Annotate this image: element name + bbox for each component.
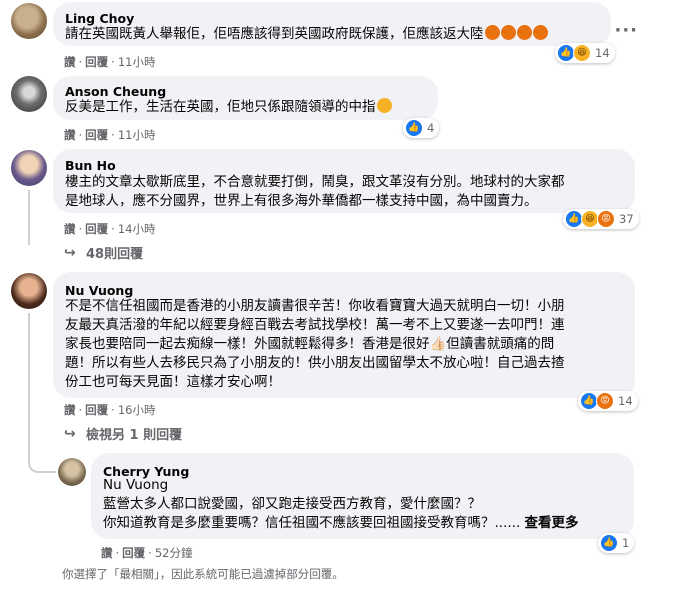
like-button[interactable]: 讚 — [101, 546, 113, 560]
comment-author[interactable]: Bun Ho — [65, 158, 116, 173]
avatar[interactable] — [11, 150, 47, 186]
reply-button[interactable]: 回覆 — [85, 222, 108, 236]
comment-actions: 讚 · 回覆 · 14小時 — [64, 222, 156, 236]
thread-line — [28, 190, 30, 245]
like-icon: 👍 — [600, 534, 618, 552]
comment-bubble: Ling Choy 請在英國既黃人舉報佢，佢唔應該得到英國政府既保護，佢應該返大… — [53, 2, 611, 46]
haha-icon: 😆 — [573, 44, 591, 62]
reply-button[interactable]: 回覆 — [85, 128, 108, 142]
timestamp[interactable]: 16小時 — [118, 403, 156, 417]
reply-actions: 讚 · 回覆 · 52分鐘 — [101, 546, 193, 560]
view-replies-link[interactable]: ↪ 48則回覆 — [64, 243, 143, 263]
reply-bubble: Cherry Yung Nu Vuong 藍營太多人都口說愛國，卻又跑走接受西方… — [91, 453, 634, 539]
comment-text: 反美是工作，生活在英國，佢地只係跟隨領導的中指 — [65, 98, 392, 117]
thread-connector — [28, 449, 56, 473]
see-more-link[interactable]: 查看更多 — [525, 515, 579, 531]
mention-link[interactable]: Nu Vuong — [103, 476, 579, 495]
comment-actions: 讚 · 回覆 · 11小時 — [64, 55, 156, 69]
like-button[interactable]: 讚 — [64, 55, 76, 69]
comment-text: 樓主的文章太歇斯底里，不合意就要打倒，鬧臭，跟文革沒有分別。地球村的大家都 是地… — [65, 174, 565, 209]
reaction-count[interactable]: 👍 😡 14 — [578, 391, 638, 411]
avatar[interactable] — [11, 3, 47, 39]
view-more-replies-link[interactable]: ↪ 檢視另 1 則回覆 — [64, 424, 182, 444]
reply-button[interactable]: 回覆 — [85, 55, 108, 69]
comment-bubble: Nu Vuong 不是不信任祖國而是香港的小朋友讀書很辛苦！你收看寶寶大過天就明… — [53, 272, 635, 398]
reply-text: Nu Vuong 藍營太多人都口說愛國，卻又跑走接受西方教育，愛什麼國？？ 你知… — [103, 476, 579, 531]
reply-arrow-icon: ↪ — [64, 244, 76, 261]
avatar[interactable] — [11, 273, 47, 309]
comment-bubble: Anson Cheung 反美是工作，生活在英國，佢地只係跟隨領導的中指 — [53, 76, 438, 120]
timestamp[interactable]: 11小時 — [118, 55, 156, 69]
timestamp[interactable]: 11小時 — [118, 128, 156, 142]
timestamp[interactable]: 14小時 — [118, 222, 156, 236]
like-icon: 👍 — [405, 119, 423, 137]
comment-bubble: Bun Ho 樓主的文章太歇斯底里，不合意就要打倒，鬧臭，跟文革沒有分別。地球村… — [53, 149, 635, 213]
angry-emoji — [484, 25, 548, 42]
thread-line — [28, 313, 30, 449]
reaction-count[interactable]: 👍 😆 14 — [555, 43, 615, 63]
timestamp[interactable]: 52分鐘 — [155, 546, 193, 560]
smile-emoji — [376, 98, 392, 113]
reaction-count[interactable]: 👍 4 — [403, 118, 440, 138]
reply-button[interactable]: 回覆 — [122, 546, 145, 560]
comment-text: 請在英國既黃人舉報佢，佢唔應該得到英國政府既保護，佢應該返大陸 — [65, 25, 548, 44]
angry-icon: 😡 — [597, 210, 615, 228]
avatar[interactable] — [58, 458, 86, 486]
avatar[interactable] — [11, 76, 47, 112]
reaction-count[interactable]: 👍 😆 😡 37 — [563, 209, 639, 229]
angry-icon: 😡 — [596, 392, 614, 410]
reply-button[interactable]: 回覆 — [85, 403, 108, 417]
more-horizontal-icon[interactable]: ··· — [614, 20, 638, 41]
comment-actions: 讚 · 回覆 · 11小時 — [64, 128, 156, 142]
comment-actions: 讚 · 回覆 · 16小時 — [64, 403, 156, 417]
like-button[interactable]: 讚 — [64, 403, 76, 417]
like-button[interactable]: 讚 — [64, 222, 76, 236]
reply-arrow-icon: ↪ — [64, 425, 76, 442]
comment-author[interactable]: Ling Choy — [65, 11, 134, 26]
like-button[interactable]: 讚 — [64, 128, 76, 142]
reaction-count[interactable]: 👍 1 — [598, 533, 635, 553]
filter-notice: 你選擇了「最相關」，因此系統可能已過濾掉部分回覆。 — [62, 567, 344, 581]
comment-text: 不是不信任祖國而是香港的小朋友讀書很辛苦！你收看寶寶大過天就明白一切！小朋 友最… — [65, 298, 565, 390]
comment-author[interactable]: Anson Cheung — [65, 84, 166, 99]
comment-author[interactable]: Nu Vuong — [65, 283, 133, 298]
